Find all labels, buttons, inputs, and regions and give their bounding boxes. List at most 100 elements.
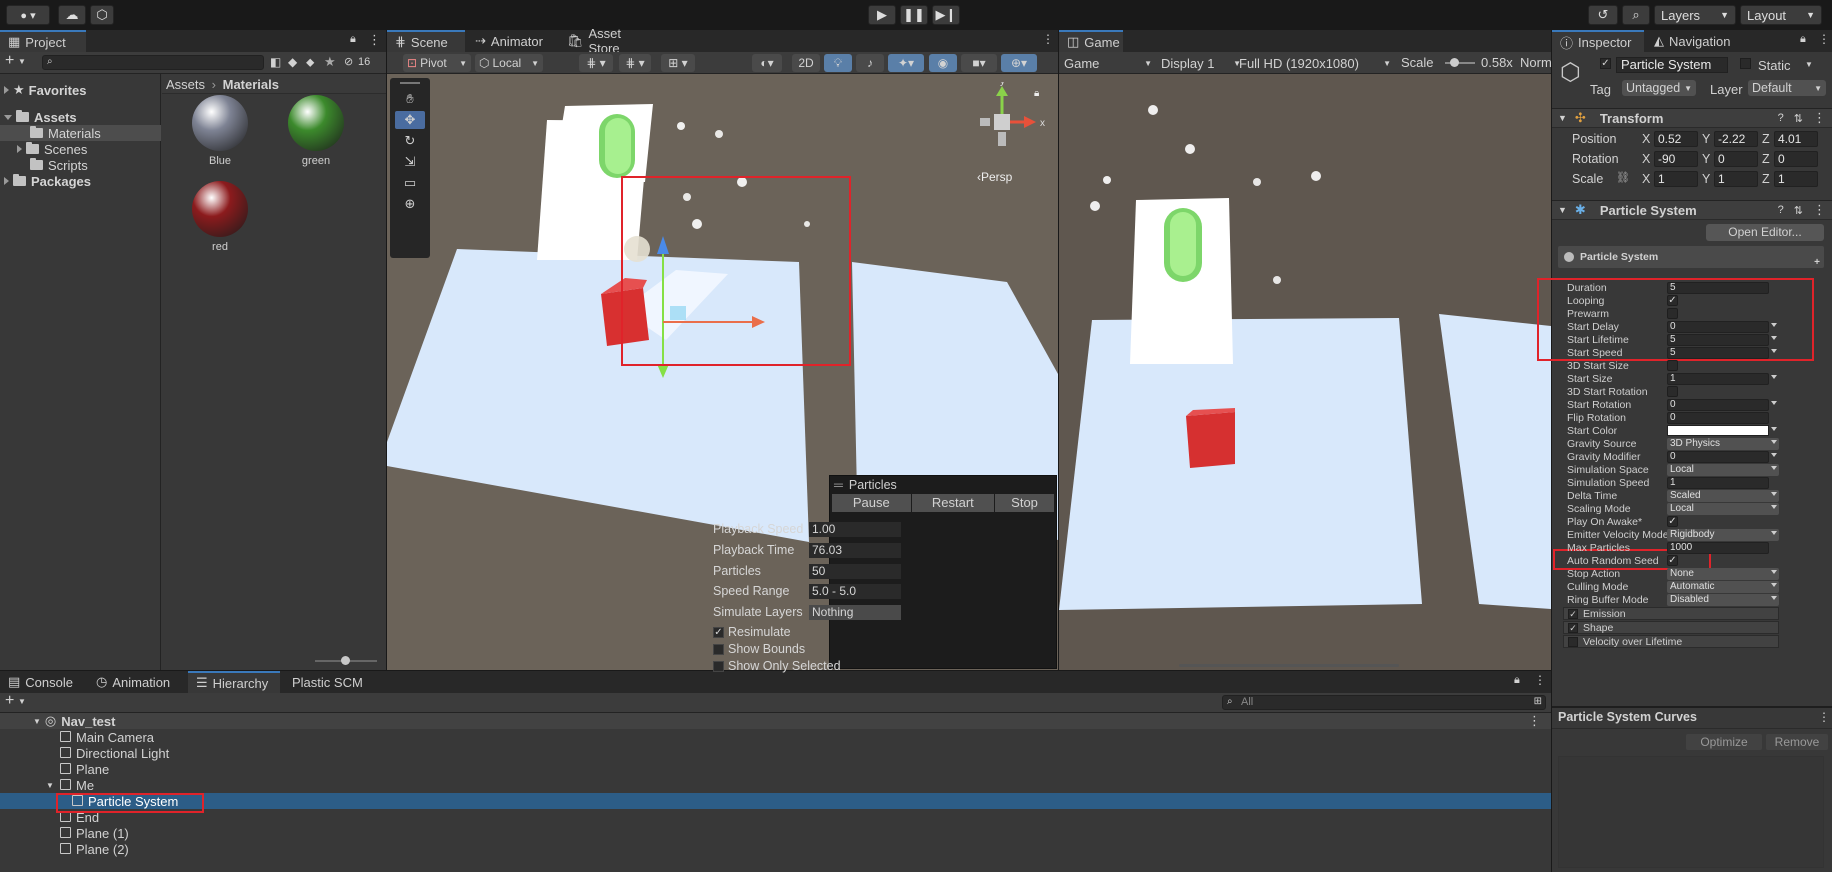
transform-scale-z-field[interactable]: 1 — [1774, 171, 1818, 187]
hierarchy-item[interactable]: Main Camera — [0, 729, 1551, 745]
kebab-menu-icon[interactable]: ⋮ — [1818, 32, 1830, 46]
tag-icon[interactable]: ⬥ — [306, 55, 314, 70]
kebab-menu-icon[interactable]: ⋮ — [1813, 110, 1826, 126]
material-thumbnail[interactable] — [192, 95, 248, 151]
tab-hierarchy[interactable]: ☰ Hierarchy — [188, 671, 280, 693]
tab-animator[interactable]: ⇢ Animator — [467, 30, 557, 52]
start-color-swatch[interactable] — [1667, 425, 1769, 436]
slider-thumb[interactable] — [341, 656, 350, 665]
play-button[interactable]: ▶ — [868, 5, 896, 25]
filter-label-icon[interactable]: ◆ — [288, 55, 297, 69]
slider-thumb[interactable] — [1450, 58, 1459, 67]
chevron-down-icon[interactable] — [1771, 453, 1777, 457]
particles-info-value[interactable]: 1.00 — [809, 521, 901, 537]
module-checkbox[interactable]: ✓ — [1568, 608, 1578, 619]
help-icon[interactable]: ? — [1778, 204, 1784, 216]
hidden-packages-icon[interactable]: ⊘ — [344, 55, 353, 68]
drag-handle-icon[interactable]: ═ — [834, 478, 843, 492]
tab-scene[interactable]: ⋕ Scene — [387, 30, 465, 52]
ps-property-field[interactable]: 1 — [1667, 476, 1769, 489]
ps-property-dropdown[interactable]: 3D Physics — [1667, 437, 1779, 450]
active-checkbox[interactable]: ✓ — [1600, 58, 1611, 69]
chevron-down-icon[interactable] — [1771, 336, 1777, 340]
camera-button[interactable]: ■▾ — [961, 54, 997, 72]
ps-property-dropdown[interactable]: Local — [1667, 502, 1779, 515]
chevron-down-icon[interactable] — [1771, 401, 1777, 405]
hierarchy-item[interactable]: Plane — [0, 761, 1551, 777]
kebab-menu-icon[interactable]: ⋮ — [1813, 202, 1826, 218]
gizmos-button[interactable]: ⊕▾ — [1001, 54, 1037, 72]
display-dropdown[interactable]: Display 1 ▼ — [1159, 54, 1241, 72]
tab-asset-store[interactable]: 🛍︎ Asset Store — [559, 26, 659, 56]
snap-button[interactable]: ⋕ ▾ — [619, 54, 651, 72]
effects-toggle[interactable]: ✦▾ — [888, 54, 924, 72]
ps-property-checkbox[interactable]: ✓ — [1667, 555, 1678, 566]
lock-icon[interactable]: 🔒︎ — [1514, 674, 1520, 687]
transform-position-x-field[interactable]: 0.52 — [1654, 131, 1698, 147]
checkbox[interactable]: ✓ — [713, 626, 724, 638]
filter-type-icon[interactable]: ◧ — [270, 55, 281, 69]
remove-button[interactable]: Remove — [1766, 734, 1828, 750]
particles-option[interactable]: Show Only Selected — [713, 658, 903, 674]
lock-icon[interactable]: 🔒︎ — [1800, 33, 1806, 46]
hierarchy-item[interactable]: Plane (2) — [0, 841, 1551, 857]
resolution-dropdown[interactable]: Full HD (1920x1080) ▼ — [1237, 54, 1391, 72]
layout-dropdown[interactable]: Layout ▼ — [1740, 5, 1822, 25]
ps-property-checkbox[interactable]: ✓ — [1667, 516, 1678, 527]
tree-assets[interactable]: Assets — [4, 109, 77, 125]
module-checkbox[interactable] — [1568, 636, 1578, 647]
particles-option[interactable]: Show Bounds — [713, 641, 903, 657]
transform-scale-x-field[interactable]: 1 — [1654, 171, 1698, 187]
tree-favorites[interactable]: ★ Favorites — [4, 82, 86, 98]
lock-icon[interactable]: 🔒︎ — [1034, 88, 1039, 99]
tab-game[interactable]: ◫ Game — [1059, 30, 1123, 52]
transform-header[interactable]: ▼ ✣ Transform ? ⇅ ⋮ — [1552, 108, 1832, 128]
increment-snap-button[interactable]: ⊞ ▾ — [661, 54, 695, 72]
ps-property-field[interactable]: 1 — [1667, 372, 1769, 385]
checkbox[interactable] — [713, 660, 724, 672]
open-editor-button[interactable]: Open Editor... — [1706, 224, 1824, 241]
grid-snap-button[interactable]: ⋕ ▾ — [579, 54, 613, 72]
tree-item-materials[interactable]: Materials — [0, 125, 161, 141]
ps-property-dropdown[interactable]: None — [1667, 567, 1779, 580]
material-thumbnail[interactable] — [192, 181, 248, 237]
breadcrumb-current[interactable]: Materials — [223, 77, 279, 92]
tag-dropdown[interactable]: Untagged ▼ — [1622, 80, 1696, 96]
kebab-menu-icon[interactable]: ⋮ — [1528, 713, 1541, 729]
star-icon[interactable]: ★ — [324, 54, 336, 70]
account-button[interactable]: ● ▾ — [6, 5, 50, 25]
chevron-down-icon[interactable]: ▼ — [18, 697, 26, 706]
project-search-input[interactable]: ⌕ — [42, 55, 264, 70]
add-icon[interactable]: + — [5, 692, 14, 710]
kebab-menu-icon[interactable]: ⋮ — [1818, 710, 1830, 724]
history-button[interactable]: ↺ — [1588, 5, 1618, 25]
link-icon[interactable]: ⛓ — [1616, 171, 1630, 184]
chevron-down-icon[interactable]: ▼ — [1805, 60, 1813, 69]
chevron-down-icon[interactable] — [1771, 349, 1777, 353]
transform-position-z-field[interactable]: 4.01 — [1774, 131, 1818, 147]
chevron-down-icon[interactable] — [1771, 427, 1777, 431]
tab-console[interactable]: ▤ Console — [0, 671, 86, 693]
chevron-down-icon[interactable] — [1771, 375, 1777, 379]
layers-dropdown[interactable]: Layers ▼ — [1654, 5, 1736, 25]
kebab-menu-icon[interactable]: ⋮ — [1042, 32, 1054, 46]
ps-module-row[interactable]: ✓ Emission — [1563, 607, 1779, 620]
help-icon[interactable]: ? — [1778, 112, 1784, 124]
collapse-icon[interactable]: ▼ — [46, 781, 54, 790]
lock-icon[interactable]: 🔒︎ — [350, 33, 356, 46]
particles-option[interactable]: ✓ Resimulate — [713, 624, 903, 640]
local-dropdown[interactable]: ⬡ Local ▼ — [475, 54, 543, 72]
hierarchy-item[interactable]: Particle System — [0, 793, 1551, 809]
particle-system-main-module[interactable]: Particle System + — [1558, 246, 1824, 268]
cloud-button[interactable]: ☁ — [58, 5, 86, 25]
ps-property-dropdown[interactable]: Automatic — [1667, 580, 1779, 593]
hierarchy-item[interactable]: End — [0, 809, 1551, 825]
hand-tool-button[interactable]: ✋︎ — [395, 90, 425, 108]
scale-slider[interactable] — [1445, 58, 1475, 67]
module-checkbox[interactable]: ✓ — [1568, 622, 1578, 633]
particles-pause-button[interactable]: Pause — [832, 494, 911, 512]
scale-tool-button[interactable]: ⇲ — [395, 153, 425, 171]
ps-property-dropdown[interactable]: Disabled — [1667, 593, 1779, 606]
ps-property-field[interactable]: 0 — [1667, 450, 1769, 463]
tab-animation[interactable]: ◷ Animation — [88, 671, 188, 693]
